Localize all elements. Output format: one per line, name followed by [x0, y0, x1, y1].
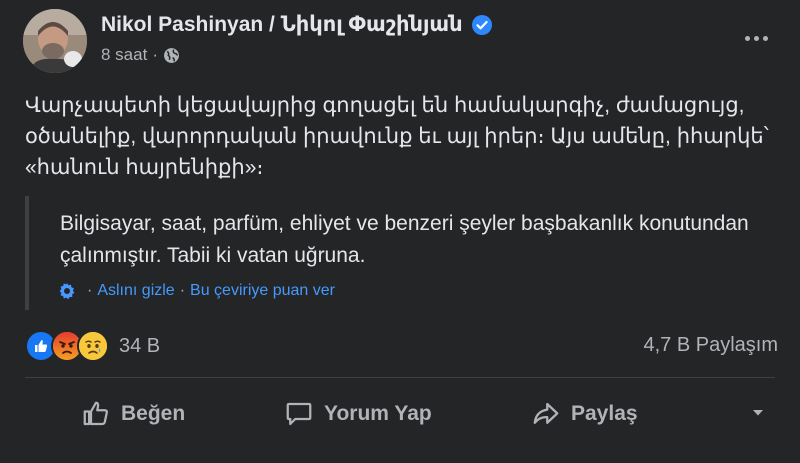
verified-badge-icon: [471, 14, 492, 35]
reaction-count[interactable]: 34 B: [119, 335, 160, 358]
dot-icon: [762, 35, 768, 41]
rate-translation-link[interactable]: Bu çeviriye puan ver: [190, 282, 335, 300]
globe-icon[interactable]: [163, 47, 180, 64]
divider: [25, 377, 775, 378]
author-name[interactable]: Nikol Pashinyan / Նիկոլ Փաշինյան: [101, 12, 492, 37]
like-label: Beğen: [121, 402, 186, 425]
hide-original-link[interactable]: Aslını gizle: [97, 282, 174, 300]
thumbs-up-icon: [83, 401, 108, 426]
more-options-button[interactable]: [736, 24, 776, 52]
comment-icon: [286, 402, 312, 426]
link-separator: ·: [179, 282, 186, 299]
meta-separator: ·: [152, 45, 158, 64]
post-header: Nikol Pashinyan / Նիկոլ Փաշինյան 8 saat …: [0, 0, 800, 80]
translation-text: Bilgisayar, saat, parfüm, ehliyet ve ben…: [60, 212, 749, 267]
translation-block: Bilgisayar, saat, parfüm, ehliyet ve ben…: [25, 196, 769, 310]
share-icon: [533, 402, 559, 424]
share-button[interactable]: Paylaş: [531, 386, 638, 442]
like-button[interactable]: Beğen: [81, 386, 185, 442]
comment-button[interactable]: Yorum Yap: [284, 386, 432, 442]
post-meta: 8 saat ·: [101, 45, 180, 65]
sad-reaction-icon: [77, 330, 109, 362]
comment-label: Yorum Yap: [324, 402, 432, 425]
share-count[interactable]: 4,7 B Paylaşım: [643, 334, 778, 357]
author-name-text[interactable]: Nikol Pashinyan / Նիկոլ Փաշինյան: [101, 12, 463, 37]
post-timestamp[interactable]: 8 saat: [101, 45, 147, 65]
action-bar: Beğen Yorum Yap Paylaş: [25, 386, 775, 442]
link-separator: ·: [87, 282, 93, 299]
post-text: Վարչապետի կեցավայրից գողացել են համակարգ…: [25, 94, 769, 179]
share-label: Paylaş: [571, 402, 638, 425]
reactions-summary[interactable]: 34 B: [25, 330, 160, 362]
chevron-down-icon[interactable]: [751, 408, 765, 418]
dot-icon: [753, 35, 759, 41]
dot-icon: [744, 35, 750, 41]
gear-icon: [59, 283, 75, 300]
translation-links: · Aslını gizle · Bu çeviriye puan ver: [58, 282, 335, 300]
avatar[interactable]: [23, 9, 87, 73]
post-stats: 34 B 4,7 B Paylaşım: [0, 324, 800, 368]
